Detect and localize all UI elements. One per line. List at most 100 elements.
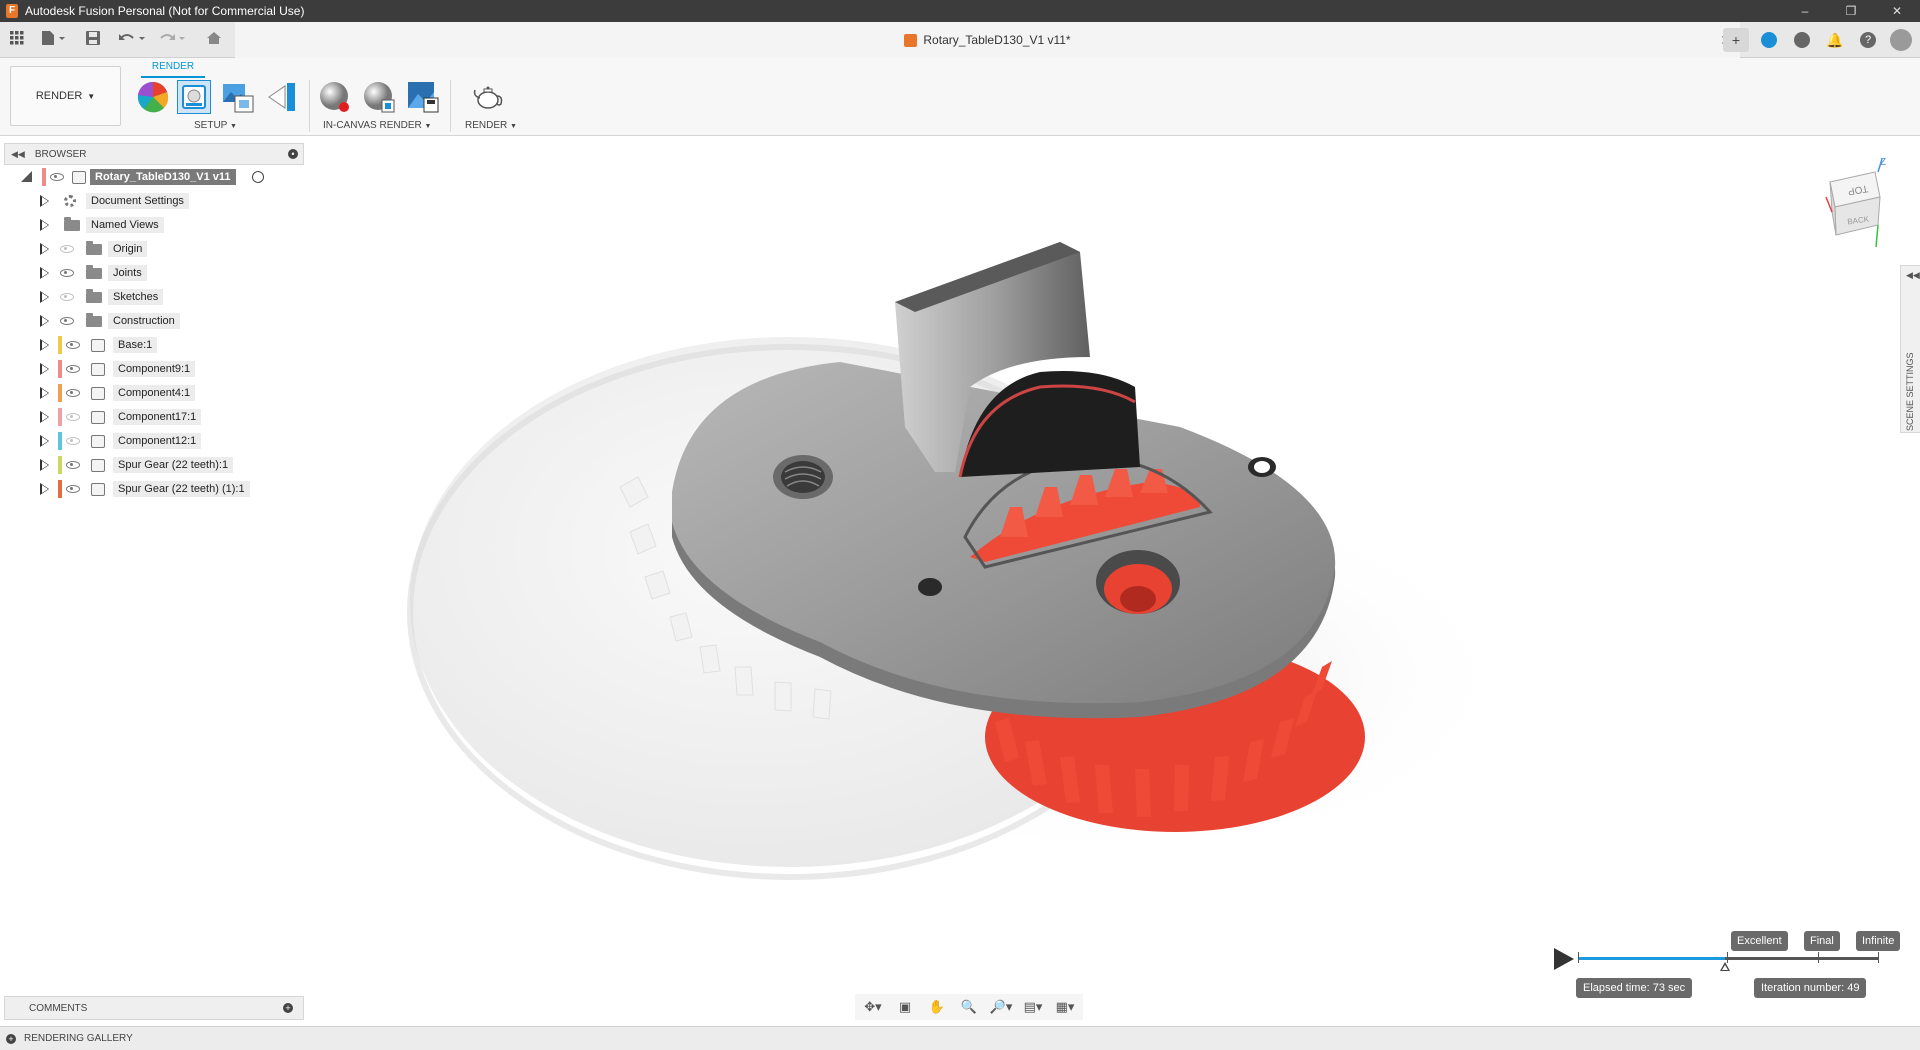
ribbon-toolbar: RENDER ▼ RENDER SETUP ▼ IN-CANVAS RENDER… <box>0 58 1920 136</box>
scene-settings-tab[interactable]: ◀◀ SCENE SETTINGS <box>1900 265 1920 433</box>
undo-icon[interactable] <box>116 30 148 50</box>
component-icon <box>91 338 105 352</box>
tree-item[interactable]: Spur Gear (22 teeth):1 <box>4 453 304 477</box>
quality-infinite-label[interactable]: Infinite <box>1856 931 1901 951</box>
expand-caret-icon[interactable] <box>40 387 49 399</box>
capture-image-icon[interactable] <box>406 80 440 114</box>
teapot-render-icon[interactable] <box>471 80 505 114</box>
rendering-gallery-bar[interactable]: + RENDERING GALLERY <box>0 1026 1920 1050</box>
quality-excellent-label[interactable]: Excellent <box>1731 931 1788 951</box>
tree-item[interactable]: Component17:1 <box>4 405 304 429</box>
tree-item[interactable]: Component12:1 <box>4 429 304 453</box>
grid-settings-icon[interactable]: ▦▾ <box>1051 996 1079 1018</box>
visibility-eye-icon[interactable] <box>50 173 64 181</box>
tab-render[interactable]: RENDER <box>141 60 205 78</box>
in-canvas-render-group-label[interactable]: IN-CANVAS RENDER ▼ <box>323 120 431 131</box>
in-canvas-render-settings-icon[interactable] <box>362 80 396 114</box>
expand-caret-icon[interactable] <box>40 315 49 327</box>
activate-radio-icon[interactable] <box>252 171 264 183</box>
display-settings-icon[interactable]: ▤▾ <box>1019 996 1047 1018</box>
tree-item-label: Component17:1 <box>113 409 202 425</box>
tree-item[interactable]: Origin <box>4 237 304 261</box>
expand-caret-icon[interactable] <box>40 411 49 423</box>
visibility-eye-icon[interactable] <box>60 317 74 325</box>
gallery-expand-icon[interactable]: + <box>6 1033 16 1044</box>
expand-caret-icon[interactable] <box>40 363 49 375</box>
save-icon[interactable] <box>84 30 102 50</box>
viewcube[interactable]: TOP BACK Z <box>1820 157 1890 252</box>
look-at-icon[interactable]: ▣ <box>891 996 919 1018</box>
in-canvas-render-icon[interactable] <box>318 80 352 114</box>
setup-group-label[interactable]: SETUP ▼ <box>194 120 237 131</box>
browser-header[interactable]: ◀◀ BROWSER • <box>4 143 304 165</box>
tree-item[interactable]: Named Views <box>4 213 304 237</box>
add-comment-icon[interactable]: + <box>283 1003 293 1013</box>
tree-item[interactable]: Spur Gear (22 teeth) (1):1 <box>4 477 304 501</box>
expand-panel-icon[interactable]: ◀◀ <box>1906 270 1920 281</box>
pan-hand-icon[interactable]: ✋ <box>923 996 951 1018</box>
hidden-eye-icon[interactable] <box>60 293 74 301</box>
workspace-dropdown[interactable]: RENDER ▼ <box>10 66 121 126</box>
hidden-eye-icon[interactable] <box>60 245 74 253</box>
render-progress-track[interactable] <box>1578 952 1879 963</box>
render-group-label[interactable]: RENDER ▼ <box>465 120 517 131</box>
restore-button[interactable]: ❐ <box>1828 0 1874 22</box>
close-window-button[interactable]: ✕ <box>1874 0 1920 22</box>
visibility-eye-icon[interactable] <box>66 341 80 349</box>
quality-final-label[interactable]: Final <box>1804 931 1840 951</box>
app-grid-icon[interactable] <box>8 30 26 50</box>
scene-settings-label: SCENE SETTINGS <box>1905 352 1915 431</box>
visibility-eye-icon[interactable] <box>66 461 80 469</box>
hidden-eye-icon[interactable] <box>66 437 80 445</box>
visibility-eye-icon[interactable] <box>66 389 80 397</box>
help-icon[interactable]: ? <box>1855 28 1881 52</box>
tree-item[interactable]: Component9:1 <box>4 357 304 381</box>
tree-item[interactable]: Joints <box>4 261 304 285</box>
expand-caret-icon[interactable] <box>40 459 49 471</box>
tree-item[interactable]: Construction <box>4 309 304 333</box>
scene-settings-icon[interactable] <box>177 80 211 114</box>
expand-caret-icon[interactable] <box>40 483 49 495</box>
visibility-eye-icon[interactable] <box>66 485 80 493</box>
new-tab-button[interactable]: + <box>1723 28 1749 52</box>
home-icon[interactable] <box>204 30 224 50</box>
texture-map-icon[interactable] <box>221 80 255 114</box>
zoom-icon[interactable]: 🔍 <box>955 996 983 1018</box>
tree-item-label: Spur Gear (22 teeth) (1):1 <box>113 481 250 497</box>
visibility-eye-icon[interactable] <box>60 269 74 277</box>
notifications-bell-icon[interactable]: 🔔 <box>1822 28 1848 52</box>
user-avatar[interactable] <box>1888 28 1914 52</box>
tree-item-label: Named Views <box>86 217 164 233</box>
minimize-button[interactable]: – <box>1782 0 1828 22</box>
play-render-button[interactable] <box>1554 948 1574 970</box>
expand-caret-icon[interactable] <box>40 339 49 351</box>
visibility-eye-icon[interactable] <box>66 365 80 373</box>
expand-caret-icon[interactable] <box>40 267 49 279</box>
expand-caret-icon[interactable] <box>40 291 49 303</box>
orbit-icon[interactable]: ✥▾ <box>859 996 887 1018</box>
browser-options-icon[interactable]: • <box>288 149 298 159</box>
appearance-icon[interactable] <box>136 80 170 114</box>
comments-panel[interactable]: COMMENTS + <box>4 996 304 1020</box>
collapse-panel-icon[interactable]: ◀◀ <box>11 149 25 160</box>
tree-item[interactable]: Component4:1 <box>4 381 304 405</box>
progress-thumb-icon[interactable] <box>1720 962 1731 971</box>
redo-icon[interactable] <box>156 30 188 50</box>
file-menu-icon[interactable] <box>38 30 68 50</box>
tree-item[interactable]: Sketches <box>4 285 304 309</box>
expanded-caret-icon[interactable] <box>21 171 32 182</box>
extensions-icon[interactable] <box>1756 28 1782 52</box>
tree-root[interactable]: Rotary_TableD130_V1 v11 <box>4 165 304 189</box>
expand-caret-icon[interactable] <box>40 219 49 231</box>
decal-icon[interactable] <box>265 80 299 114</box>
job-status-icon[interactable] <box>1789 28 1815 52</box>
hidden-eye-icon[interactable] <box>66 413 80 421</box>
tree-item[interactable]: Base:1 <box>4 333 304 357</box>
expand-caret-icon[interactable] <box>40 195 49 207</box>
fit-zoom-icon[interactable]: 🔎▾ <box>987 996 1015 1018</box>
folder-icon <box>86 264 102 279</box>
tree-item[interactable]: Document Settings <box>4 189 304 213</box>
document-tab[interactable]: Rotary_TableD130_V1 v11* ✕ <box>235 22 1740 58</box>
expand-caret-icon[interactable] <box>40 435 49 447</box>
expand-caret-icon[interactable] <box>40 243 49 255</box>
